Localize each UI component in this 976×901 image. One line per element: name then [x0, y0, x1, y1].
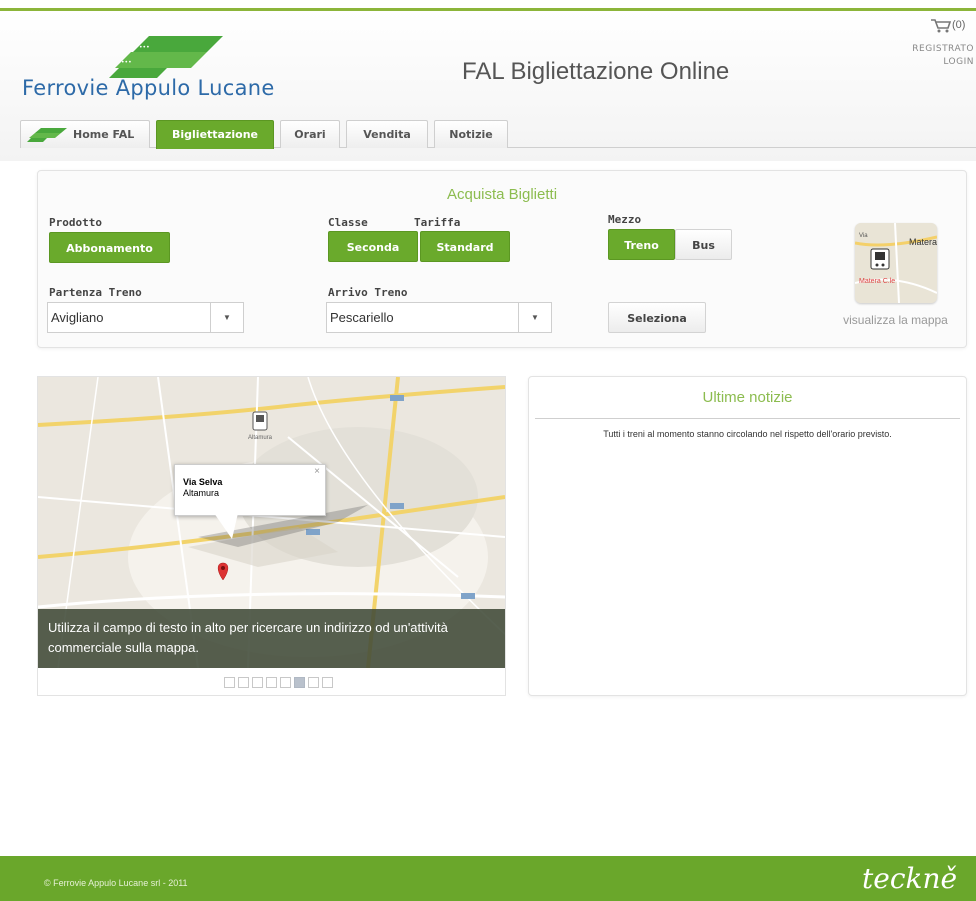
carousel-dot[interactable]	[224, 677, 235, 688]
chevron-down-icon: ▼	[210, 303, 243, 332]
thumb-label-matera-cle: Matera C.le	[859, 278, 895, 285]
teckne-logo[interactable]: teckně	[862, 862, 957, 895]
class-button[interactable]: Seconda	[328, 231, 418, 262]
product-button[interactable]: Abbonamento	[49, 232, 170, 263]
news-title: Ultime notizie	[702, 389, 793, 406]
departure-select[interactable]: Avigliano ▼	[47, 302, 244, 333]
tab-home-fal-label: Home FAL	[73, 128, 135, 141]
fal-logo-mark: ••• •••	[109, 36, 223, 78]
tab-orari[interactable]: Orari	[280, 120, 340, 148]
news-item: Tutti i treni al momento stanno circolan…	[603, 429, 892, 439]
map-thumbnail[interactable]: Matera Matera C.le Via	[855, 223, 937, 303]
class-label: Classe	[328, 216, 368, 229]
purchase-panel: Acquista Biglietti Prodotto Abbonamento …	[37, 170, 967, 348]
news-divider	[535, 418, 960, 419]
departure-label: Partenza Treno	[49, 286, 142, 299]
carousel-dot[interactable]	[238, 677, 249, 688]
map-info-popup: Via Selva Altamura ×	[174, 464, 326, 516]
tariff-button[interactable]: Standard	[420, 231, 510, 262]
cart[interactable]: (0)	[930, 17, 965, 33]
cart-icon	[931, 19, 952, 33]
transport-train-button[interactable]: Treno	[608, 229, 675, 260]
transport-label: Mezzo	[608, 213, 642, 226]
carousel-dot[interactable]	[308, 677, 319, 688]
carousel-dot[interactable]	[280, 677, 291, 688]
register-link[interactable]: REGISTRATO	[912, 44, 974, 54]
arrival-value: Pescariello	[330, 310, 394, 325]
popup-subtitle: Altamura	[183, 488, 220, 498]
tab-vendita[interactable]: Vendita	[346, 120, 428, 148]
map-carousel: Altamura Via Selva Altamura × Utilizza i…	[37, 376, 506, 696]
tab-notizie[interactable]: Notizie	[434, 120, 508, 148]
tariff-label: Tariffa	[414, 216, 461, 229]
carousel-dot[interactable]	[252, 677, 263, 688]
select-button[interactable]: Seleziona	[608, 302, 706, 333]
carousel-dot-active[interactable]	[294, 677, 305, 688]
copyright-text: © Ferrovie Appulo Lucane srl - 2011	[44, 878, 188, 888]
popup-tail	[214, 513, 238, 539]
arrival-select[interactable]: Pescariello ▼	[326, 302, 552, 333]
popup-title: Via Selva	[183, 477, 223, 487]
carousel-dot[interactable]	[266, 677, 277, 688]
thumb-label-via: Via	[859, 233, 868, 239]
transport-bus-button[interactable]: Bus	[675, 229, 732, 260]
svg-text:•••: •••	[121, 59, 132, 66]
map-place-label: Altamura	[248, 435, 273, 441]
map-caption: Utilizza il campo di testo in alto per r…	[38, 609, 505, 668]
close-icon[interactable]: ×	[314, 466, 320, 477]
tab-home-fal[interactable]: Home FAL	[20, 120, 150, 148]
site-title: FAL Bigliettazione Online	[462, 58, 730, 85]
login-link[interactable]: LOGIN	[943, 57, 974, 67]
news-panel: Ultime notizie Tutti i treni al momento …	[528, 376, 967, 696]
tab-bigliettazione[interactable]: Bigliettazione	[156, 120, 274, 149]
fal-small-logo-icon	[27, 128, 67, 142]
arrival-label: Arrivo Treno	[328, 286, 408, 299]
footer: © Ferrovie Appulo Lucane srl - 2011 teck…	[0, 856, 976, 901]
purchase-title: Acquista Biglietti	[446, 186, 558, 203]
logo-text: Ferrovie Appulo Lucane	[22, 76, 275, 100]
thumb-label-matera: Matera	[909, 237, 937, 247]
map-thumbnail-image: Matera Matera C.le Via	[855, 223, 937, 303]
map-view[interactable]: Altamura Via Selva Altamura × Utilizza i…	[38, 377, 505, 668]
svg-text:•••: •••	[139, 44, 150, 51]
departure-value: Avigliano	[51, 310, 104, 325]
chevron-down-icon: ▼	[518, 303, 551, 332]
cart-count: (0)	[952, 18, 966, 31]
view-map-link[interactable]: visualizza la mappa	[843, 313, 948, 328]
fal-logo[interactable]: ••• ••• Ferrovie Appulo Lucane	[22, 32, 322, 107]
carousel-pagination	[224, 677, 336, 695]
carousel-dot[interactable]	[322, 677, 333, 688]
product-label: Prodotto	[49, 216, 102, 229]
